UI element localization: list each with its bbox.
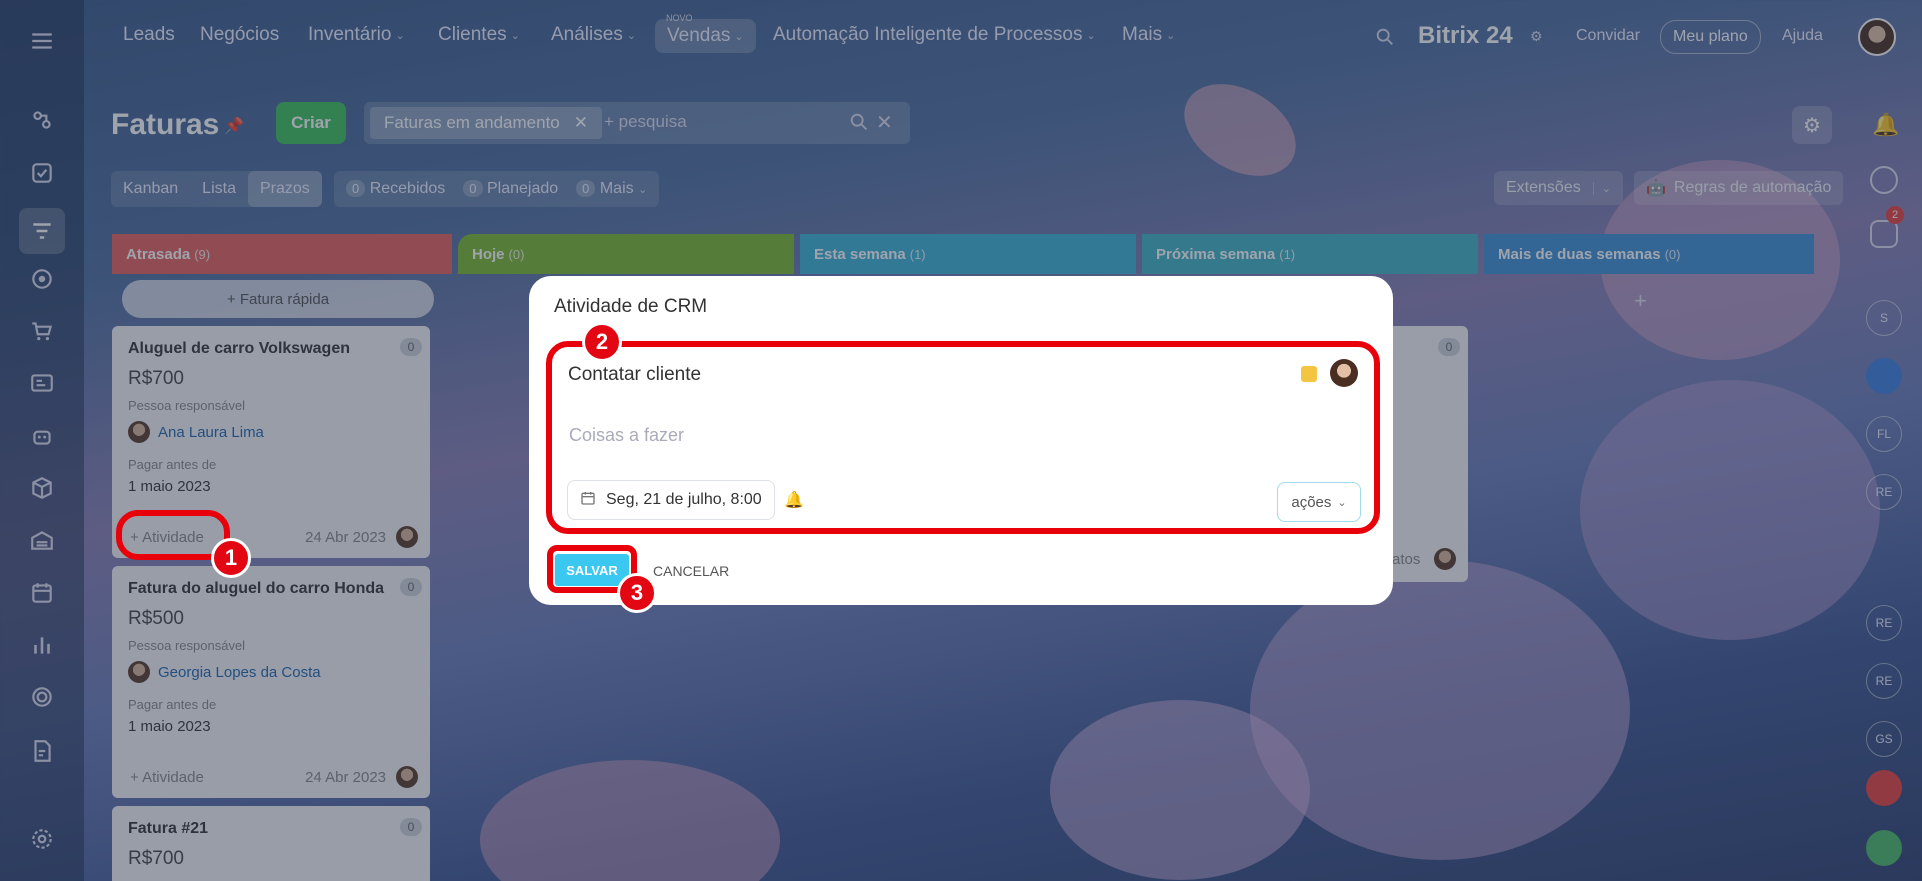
callout-1: 1 xyxy=(211,538,251,578)
cancel-button[interactable]: CANCELAR xyxy=(653,563,729,579)
callout-2: 2 xyxy=(582,322,622,362)
callout-3: 3 xyxy=(617,573,657,613)
highlight-activity-form xyxy=(546,341,1380,534)
dialog-title: Atividade de CRM xyxy=(554,296,708,317)
